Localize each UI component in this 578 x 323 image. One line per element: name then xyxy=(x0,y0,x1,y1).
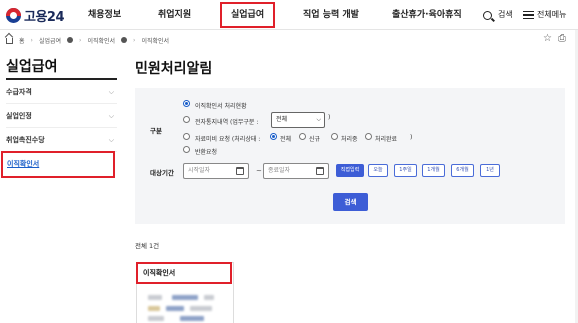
sidebar-item-label: 이직확인서 xyxy=(7,160,40,168)
sidebar-title: 실업급여 xyxy=(6,59,58,75)
chevron-down-icon: ⌵ xyxy=(108,112,114,120)
sidebar-item-reemployment-allowance[interactable]: 취업촉진수당 ⌵ xyxy=(6,128,117,152)
paren-close: ) xyxy=(410,134,413,141)
chevron-right-icon: › xyxy=(79,36,82,44)
logo-mark-icon xyxy=(6,8,21,23)
sidebar-item-label: 실업인정 xyxy=(6,112,32,120)
date-range-separator: ~ xyxy=(256,167,262,175)
radio-processing-status[interactable] xyxy=(183,100,190,107)
top-header: 고용24 채용정보 취업지원 실업급여 직업 능력 개발 출산휴가·육아휴직 검… xyxy=(0,0,578,30)
home-icon[interactable] xyxy=(6,38,13,44)
sidebar-item-recognition[interactable]: 실업인정 ⌵ xyxy=(6,104,117,128)
header-search-button[interactable]: 검색 xyxy=(483,0,513,30)
radio-status-new[interactable] xyxy=(299,133,306,140)
nav-maternity-leave[interactable]: 출산휴가·육아휴직 xyxy=(392,0,462,30)
chevron-right-icon: › xyxy=(133,36,136,44)
dropdown-icon[interactable] xyxy=(67,37,74,43)
redacted-content xyxy=(148,316,164,321)
chevron-right-icon: › xyxy=(30,36,33,44)
radio-electronic-notice-label: 전자통지내역 (업무구분 : xyxy=(195,119,259,126)
range-chip-6month[interactable]: 6개월 xyxy=(451,164,474,177)
business-type-select[interactable]: 전체 ⌵ xyxy=(271,112,325,128)
radio-status-all-label: 전체 xyxy=(280,136,292,143)
search-icon xyxy=(483,10,492,20)
page-utility-icons: ☆ ⎙ xyxy=(543,33,566,44)
range-chip-today[interactable]: 오늘 xyxy=(368,164,388,177)
radio-return-request-label: 반환요청 xyxy=(195,149,218,156)
sidebar-item-eligibility[interactable]: 수급자격 ⌵ xyxy=(6,80,117,104)
chevron-down-icon: ⌵ xyxy=(108,88,114,96)
result-card-title[interactable]: 이직확인서 xyxy=(136,262,232,284)
end-date-input[interactable]: 종료일자 xyxy=(263,163,329,179)
period-label: 대상기간 xyxy=(150,169,174,177)
nav-job-info[interactable]: 채용정보 xyxy=(88,0,121,30)
radio-status-processing-label: 처리중 xyxy=(341,136,358,143)
star-icon[interactable]: ☆ xyxy=(543,33,552,44)
all-menu-label: 전체메뉴 xyxy=(537,10,567,19)
chevron-down-icon: ⌵ xyxy=(108,136,114,144)
nav-skill-development[interactable]: 직업 능력 개발 xyxy=(303,0,359,30)
redacted-content xyxy=(148,306,160,311)
radio-processing-status-label: 이직확인서 처리현황 xyxy=(195,103,247,110)
range-chip-1year[interactable]: 1년 xyxy=(480,164,500,177)
radio-status-completed-label: 처리완료 xyxy=(375,136,398,143)
calendar-icon[interactable] xyxy=(316,167,324,175)
result-count: 전체 1건 xyxy=(135,242,160,250)
all-menu-button[interactable]: 전체메뉴 xyxy=(523,0,566,30)
chevron-down-icon: ⌵ xyxy=(316,116,321,123)
redacted-content xyxy=(148,295,162,300)
radio-status-completed[interactable] xyxy=(365,133,372,140)
radio-return-request[interactable] xyxy=(183,146,190,153)
radio-status-new-label: 신규 xyxy=(309,136,321,143)
range-chip-1week[interactable]: 1주일 xyxy=(394,164,417,177)
redacted-content xyxy=(172,295,198,300)
breadcrumb-level2[interactable]: 이직확인서 xyxy=(87,36,115,45)
site-logo[interactable]: 고용24 xyxy=(6,6,65,25)
radio-status-all[interactable] xyxy=(270,133,277,140)
radio-missing-documents-label: 자료미비 요청 (처리상태 : xyxy=(195,136,261,143)
sidebar-item-separation-confirmation[interactable]: 이직확인서 xyxy=(1,151,115,178)
dropdown-icon[interactable] xyxy=(121,37,128,43)
type-label: 구분 xyxy=(150,127,162,135)
redacted-content xyxy=(166,306,184,311)
print-icon[interactable]: ⎙ xyxy=(558,33,566,44)
breadcrumb: 홈 › 실업급여 › 이직확인서 › 이직확인서 xyxy=(6,34,169,46)
sidebar-item-label: 수급자격 xyxy=(6,88,32,96)
search-button[interactable]: 검색 xyxy=(333,193,368,211)
business-type-select-value: 전체 xyxy=(276,116,288,123)
range-chip-1month[interactable]: 1개월 xyxy=(422,164,445,177)
redacted-content xyxy=(204,295,214,300)
range-chip-direct[interactable]: 직접입력 xyxy=(336,164,364,177)
search-label: 검색 xyxy=(498,10,513,19)
nav-employment-support[interactable]: 취업지원 xyxy=(158,0,191,30)
breadcrumb-level3: 이직확인서 xyxy=(141,37,170,45)
radio-electronic-notice[interactable] xyxy=(183,116,190,123)
start-date-placeholder: 시작일자 xyxy=(188,167,211,174)
breadcrumb-home[interactable]: 홈 xyxy=(19,36,25,45)
radio-missing-documents[interactable] xyxy=(183,133,190,140)
radio-status-processing[interactable] xyxy=(331,133,338,140)
page-title: 민원처리알림 xyxy=(135,61,213,77)
logo-text: 고용24 xyxy=(24,10,65,25)
nav-unemployment-benefit[interactable]: 실업급여 xyxy=(220,2,276,28)
end-date-placeholder: 종료일자 xyxy=(268,167,291,174)
redacted-content xyxy=(180,316,204,321)
hamburger-menu-icon xyxy=(523,11,534,19)
paren-close: ) xyxy=(328,114,331,121)
sidebar-item-label: 취업촉진수당 xyxy=(6,136,45,144)
redacted-content xyxy=(190,306,212,311)
start-date-input[interactable]: 시작일자 xyxy=(183,163,249,179)
calendar-icon[interactable] xyxy=(236,167,244,175)
breadcrumb-level1[interactable]: 실업급여 xyxy=(39,36,61,45)
